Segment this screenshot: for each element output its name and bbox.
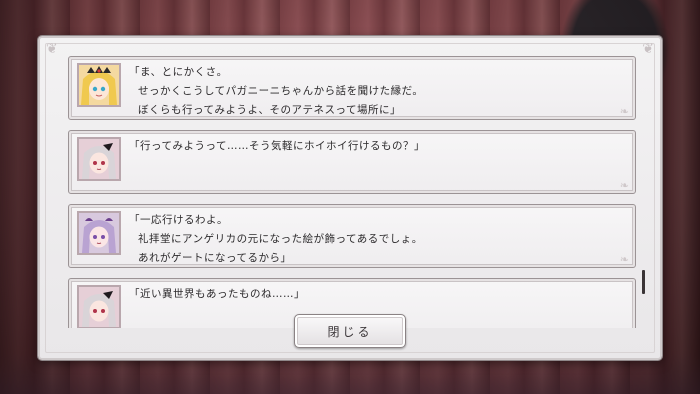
- log-scrollbar[interactable]: [642, 270, 645, 294]
- dialogue-line: あれがゲートになってるから」: [138, 252, 292, 264]
- lavender-hair-girl-portrait-icon: [79, 213, 119, 253]
- dialogue-text: 「一応行けるわよ。 礼拝堂にアンゲリカの元になった絵が飾ってあるでしょ。 あれが…: [129, 211, 625, 268]
- silver-hair-girl-portrait-icon: [77, 285, 121, 328]
- silver-hair-girl-portrait-icon: [77, 137, 121, 181]
- silver-hair-girl-portrait-icon: [79, 287, 119, 327]
- backdrop-floor: [0, 354, 700, 394]
- dialogue-line: ぼくらも行ってみようよ、そのアテネスって場所に」: [138, 104, 401, 116]
- dialogue-line: 礼拝堂にアンゲリカの元になった絵が飾ってあるでしょ。: [138, 233, 423, 245]
- dialogue-entry: 「一応行けるわよ。 礼拝堂にアンゲリカの元になった絵が飾ってあるでしょ。 あれが…: [68, 204, 636, 268]
- dialogue-line: 「近い異世界もあったものね……」: [129, 288, 305, 300]
- dialogue-line: 「ま、とにかくさ。: [129, 66, 228, 78]
- dialogue-log-window: ❦ ❦ 「ま、とにかくさ。 せっかくこうしてパガニーニちゃんから話を聞けた縁だ。: [38, 36, 662, 360]
- corner-ornament-icon: ❦: [46, 41, 58, 57]
- blonde-girl-portrait-icon: [79, 65, 119, 105]
- dialogue-entry: 「ま、とにかくさ。 せっかくこうしてパガニーニちゃんから話を聞けた縁だ。 ぼくら…: [68, 56, 636, 120]
- close-button[interactable]: 閉じる: [294, 314, 406, 348]
- dialogue-text: 「行ってみようって……そう気軽にホイホイ行けるもの？」: [129, 137, 625, 156]
- blonde-girl-portrait-icon: [77, 63, 121, 107]
- dialogue-line: 「一応行けるわよ。: [129, 214, 228, 226]
- dialogue-line: 「行ってみようって……そう気軽にホイホイ行けるもの？」: [129, 140, 425, 152]
- dialogue-line: せっかくこうしてパガニーニちゃんから話を聞けた縁だ。: [138, 85, 424, 97]
- dialogue-entry: 「行ってみようって……そう気軽にホイホイ行けるもの？」: [68, 130, 636, 194]
- dialogue-text: 「ま、とにかくさ。 せっかくこうしてパガニーニちゃんから話を聞けた縁だ。 ぼくら…: [129, 63, 625, 120]
- silver-hair-girl-portrait-icon: [79, 139, 119, 179]
- dialogue-log-list[interactable]: 「ま、とにかくさ。 せっかくこうしてパガニーニちゃんから話を聞けた縁だ。 ぼくら…: [68, 56, 636, 328]
- corner-ornament-icon: ❦: [642, 41, 654, 57]
- lavender-hair-girl-portrait-icon: [77, 211, 121, 255]
- dialogue-text: 「近い異世界もあったものね……」: [129, 285, 625, 304]
